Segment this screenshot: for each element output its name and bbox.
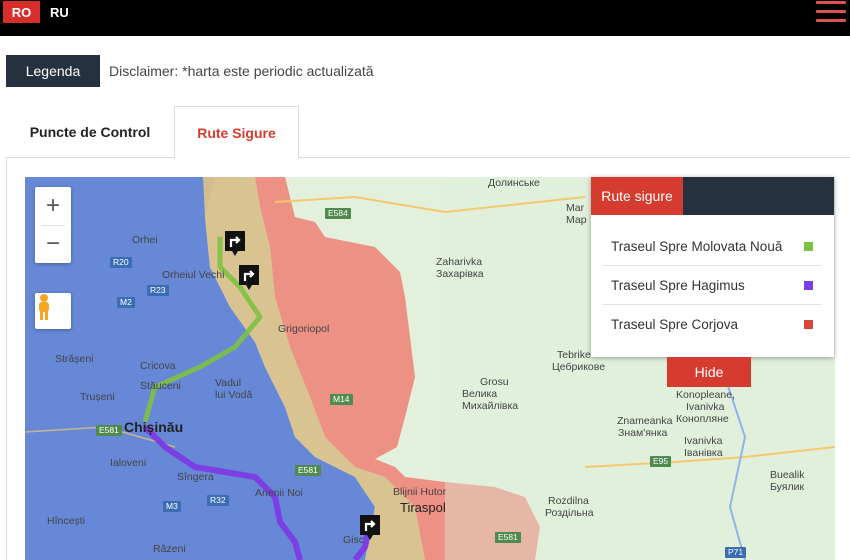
route-label: Traseul Spre Corjova [611,317,739,332]
map-label: Stăuceni [140,380,181,392]
map-label: Grosu [480,376,509,388]
map-label: Cricova [140,360,176,372]
zoom-control: + − [35,187,71,263]
lang-ro-button[interactable]: RO [3,1,40,23]
map-label: lui Vodă [215,389,253,401]
map-label: Buealik [770,469,805,481]
road-shield: R23 [147,285,169,296]
route-color-swatch [804,320,813,329]
map-label-chisinau: Chișinău [124,419,184,435]
turn-marker-icon[interactable] [358,513,382,541]
map-label: Буялик [770,481,805,493]
map-label: Trușeni [80,391,115,403]
road-shield: E95 [650,456,672,467]
road-shield: E581 [96,425,122,436]
map-label: Blijnii Hutor [393,486,447,498]
map-label: Мар [566,214,587,226]
map-label: Orheiul Vechi [162,269,225,281]
map-label: Rozdilna [548,495,589,507]
map-label: Знам'янка [618,427,668,439]
route-color-swatch [804,280,813,290]
map-label: Znameanka [617,415,673,427]
street-view-pegman-icon[interactable] [35,293,71,329]
tab-puncte-de-control[interactable]: Puncte de Control [6,106,174,158]
zoom-out-button[interactable]: − [35,225,71,263]
routes-card-title: Rute sigure [591,177,683,215]
routes-card: Rute sigure Traseul Spre Molovata Nouă T… [591,177,834,357]
tab-rute-sigure[interactable]: Rute Sigure [174,106,299,158]
map-label: Mar [566,202,585,214]
disclaimer-text: Disclaimer: *harta este periodic actuali… [109,63,374,79]
road-shield: R32 [207,495,229,506]
road-shield: P71 [725,547,747,558]
route-item-corjova[interactable]: Traseul Spre Corjova [603,305,821,344]
top-bar: RO RU [0,0,850,36]
map-label: Захарівка [436,268,484,280]
route-label: Traseul Spre Molovata Nouă [611,238,783,254]
map-label: Ivanivka [686,401,725,413]
road-shield: M2 [117,297,135,308]
map-label: Zaharivka [436,256,483,268]
map-label: Цебрикове [552,361,606,373]
route-item-molovata[interactable]: Traseul Spre Molovata Nouă [603,227,821,266]
map-label: Велика [462,388,498,400]
road-shield: E581 [495,532,521,543]
map-label: Ivanivka [684,435,723,447]
map-label: Коноплянe [676,413,729,425]
route-label: Traseul Spre Hagimus [611,277,745,293]
map-label: Михайлівка [462,400,519,412]
road-shield: M3 [163,501,181,512]
map-label: Роздільна [545,507,594,519]
road-shield: R20 [110,257,132,268]
turn-marker-icon[interactable] [237,263,261,291]
map-label: Іванівка [684,447,723,459]
map-label: Grigoriopol [278,323,330,335]
map-label-tiraspol: Tiraspol [400,500,446,515]
map-label: Ialoveni [110,457,147,469]
map-label: Vadul [215,377,242,389]
road-shield: E581 [295,465,321,476]
map-label: Tebrike [557,349,591,361]
hamburger-icon[interactable] [816,0,846,24]
road-shield: E584 [325,208,351,219]
map-label: Strășeni [55,353,94,365]
hide-button[interactable]: Hide [667,357,751,387]
map-label: Konopleane, [676,389,735,401]
map-label: Sîngera [177,471,214,483]
map-label: Hîncești [47,515,85,527]
map-label: Orhei [132,234,158,246]
zoom-in-button[interactable]: + [35,187,71,225]
route-color-swatch [804,241,813,251]
map-label: Anenii Noi [255,487,303,499]
map-label: Долинське [488,177,540,189]
map-label: Răzeni [153,543,186,555]
route-item-hagimus[interactable]: Traseul Spre Hagimus [603,266,821,305]
legend-button[interactable]: Legenda [6,55,100,87]
lang-ru-button[interactable]: RU [50,1,69,23]
road-shield: M14 [330,394,353,405]
turn-marker-icon[interactable] [223,229,247,257]
routes-card-header: Rute sigure [591,177,834,215]
